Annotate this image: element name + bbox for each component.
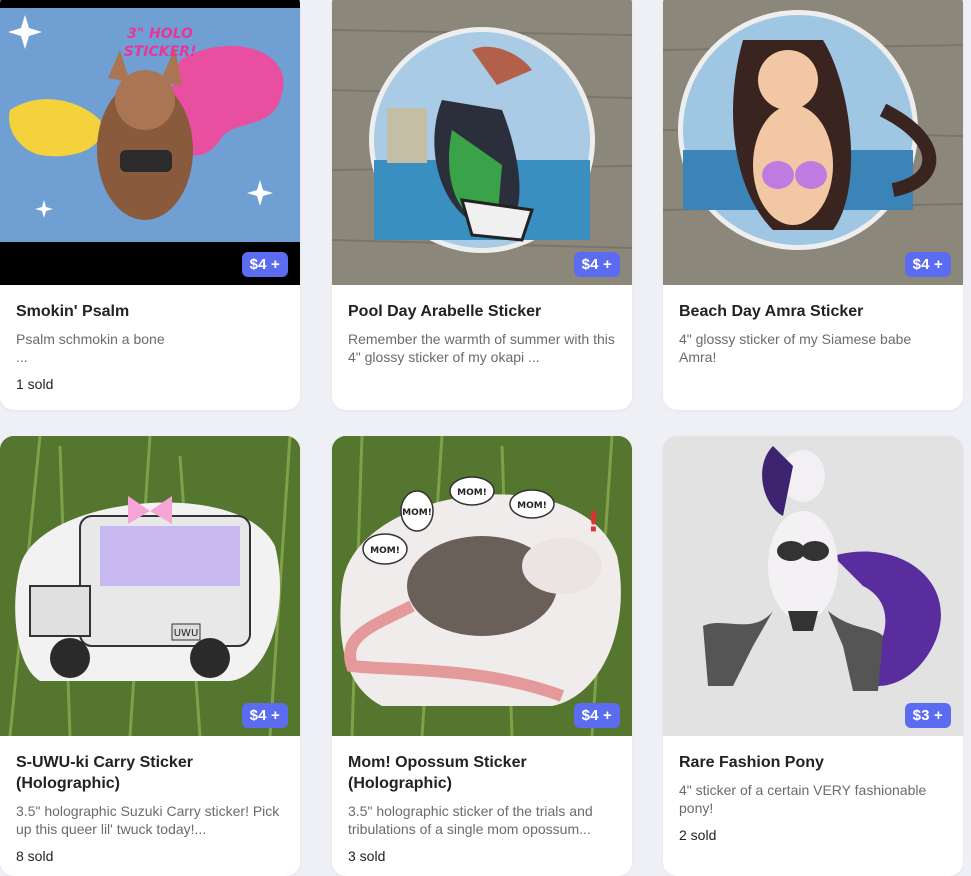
product-card[interactable]: $3 + Rare Fashion Pony 4" sticker of a c… <box>663 436 963 876</box>
product-image[interactable]: 3" HOLO STICKER! $4 + <box>0 0 300 285</box>
price-badge: $4 + <box>241 703 288 728</box>
product-description: 4" glossy sticker of my Siamese babe Amr… <box>679 331 912 365</box>
product-title[interactable]: Smokin' Psalm <box>16 301 284 322</box>
sticker-caption: 3" HOLO <box>127 26 193 42</box>
product-card[interactable]: $4 + Beach Day Amra Sticker 4" glossy st… <box>663 0 963 410</box>
license-plate: UWU <box>174 628 199 639</box>
speech-bubble: MOM! <box>457 488 487 498</box>
sold-count: 3 sold <box>348 848 386 864</box>
product-image[interactable]: MOM! MOM! MOM! MOM! ! $4 + <box>332 436 632 736</box>
sold-count: 8 sold <box>16 848 54 864</box>
product-title[interactable]: Pool Day Arabelle Sticker <box>348 301 616 322</box>
product-description: Remember the warmth of summer with this … <box>348 331 615 365</box>
sold-count: 1 sold <box>16 376 54 392</box>
product-image[interactable]: UWU $4 + <box>0 436 300 736</box>
price-badge: $4 + <box>241 252 288 277</box>
product-description: Psalm schmokin a bone ... <box>16 331 165 365</box>
price-badge: $4 + <box>573 703 620 728</box>
speech-bubble: MOM! <box>402 508 432 518</box>
price-badge: $4 + <box>904 252 951 277</box>
sold-count: 2 sold <box>679 827 717 843</box>
product-description: 3.5" holographic sticker of the trials a… <box>348 803 593 837</box>
product-card[interactable]: UWU $4 + S-UWU-ki Carry Sticker (Hologra… <box>0 436 300 876</box>
product-card[interactable]: $4 + Pool Day Arabelle Sticker Remember … <box>332 0 632 410</box>
product-title[interactable]: S-UWU-ki Carry Sticker (Holographic) <box>16 752 284 794</box>
svg-text:STICKER!: STICKER! <box>124 44 197 60</box>
product-image[interactable]: $4 + <box>332 0 632 285</box>
svg-text:!: ! <box>587 505 600 538</box>
price-badge: $4 + <box>573 252 620 277</box>
product-card[interactable]: 3" HOLO STICKER! $4 + Smokin' Psalm Psal… <box>0 0 300 410</box>
product-image[interactable]: $3 + <box>663 436 963 736</box>
product-description: 4" sticker of a certain VERY fashionable… <box>679 782 927 816</box>
price-badge: $3 + <box>904 703 951 728</box>
speech-bubble: MOM! <box>370 546 400 556</box>
product-title[interactable]: Beach Day Amra Sticker <box>679 301 947 322</box>
speech-bubble: MOM! <box>517 501 547 511</box>
product-image[interactable]: $4 + <box>663 0 963 285</box>
product-card[interactable]: MOM! MOM! MOM! MOM! ! $4 + Mom! Opossum … <box>332 436 632 876</box>
product-title[interactable]: Mom! Opossum Sticker (Holographic) <box>348 752 616 794</box>
product-description: 3.5" holographic Suzuki Carry sticker! P… <box>16 803 280 837</box>
product-title[interactable]: Rare Fashion Pony <box>679 752 947 773</box>
